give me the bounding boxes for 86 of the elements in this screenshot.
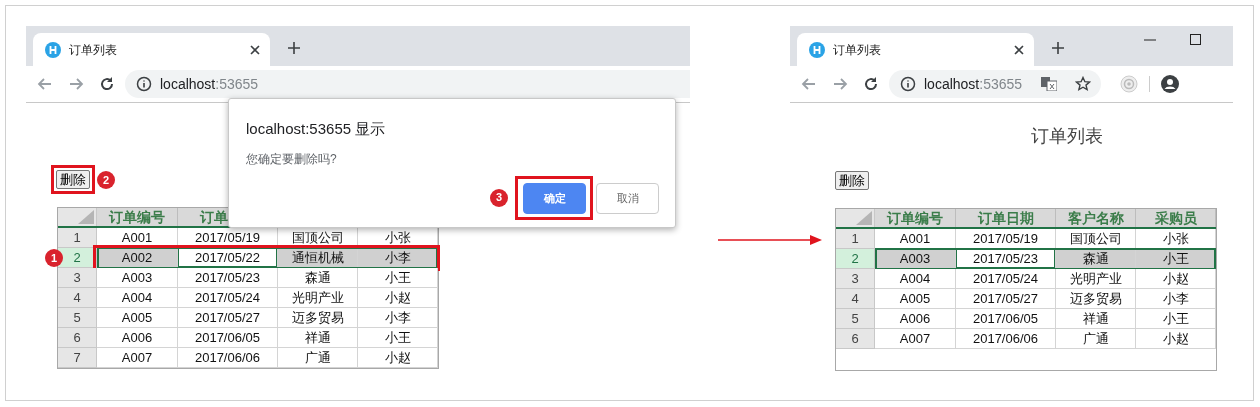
profile-icon[interactable] — [1161, 75, 1179, 93]
table-cell[interactable]: A003 — [97, 268, 178, 288]
corner-cell[interactable] — [836, 209, 875, 227]
delete-button[interactable]: 删除 — [56, 170, 90, 189]
table-cell[interactable]: A006 — [875, 309, 956, 329]
table-cell[interactable]: 2017/05/22 — [178, 248, 278, 268]
star-icon[interactable] — [1075, 76, 1091, 92]
close-icon[interactable] — [1014, 44, 1024, 55]
table-cell[interactable]: 光明产业 — [1056, 269, 1136, 289]
table-cell[interactable]: A005 — [875, 289, 956, 309]
table-cell[interactable]: A007 — [97, 348, 178, 368]
new-tab-icon[interactable] — [1051, 41, 1065, 55]
dialog-message: 您确定要删除吗? — [246, 150, 338, 168]
maximize-icon[interactable] — [1190, 34, 1201, 45]
corner-triangle-icon — [78, 210, 94, 224]
table-cell[interactable]: A006 — [97, 328, 178, 348]
table-cell[interactable]: 祥通 — [1056, 309, 1136, 329]
confirm-button[interactable]: 确定 — [523, 182, 586, 214]
translate-icon[interactable] — [1041, 77, 1057, 91]
table-cell[interactable]: 2017/06/06 — [178, 348, 278, 368]
new-tab-icon[interactable] — [287, 41, 301, 55]
column-header[interactable]: 订单编号 — [875, 209, 956, 227]
table-cell[interactable]: 2017/05/23 — [956, 249, 1056, 269]
table-cell[interactable]: 迈多贸易 — [1056, 289, 1136, 309]
table-cell[interactable]: 小王 — [358, 328, 438, 348]
column-header[interactable]: 订单编号 — [97, 208, 178, 226]
table-cell[interactable]: 小李 — [1136, 289, 1216, 309]
forward-icon[interactable] — [68, 76, 84, 92]
table-cell[interactable]: A007 — [875, 329, 956, 349]
table-cell[interactable]: A004 — [97, 288, 178, 308]
page-title: 订单列表 — [1030, 125, 1103, 148]
column-header[interactable]: 订单日期 — [956, 209, 1056, 227]
column-header[interactable]: 客户名称 — [1056, 209, 1136, 227]
url-text: localhost:53655 — [924, 74, 1023, 94]
table-cell[interactable]: 2017/05/27 — [178, 308, 278, 328]
table-cell[interactable]: 小赵 — [358, 288, 438, 308]
table-cell[interactable]: 森通 — [1056, 249, 1136, 269]
address-bar[interactable]: localhost:53655 — [125, 70, 690, 98]
address-bar[interactable]: localhost:53655 — [889, 70, 1101, 98]
dialog-title: localhost:53655 显示 — [246, 119, 387, 139]
table-cell[interactable]: 广通 — [1056, 329, 1136, 349]
step-badge: 2 — [97, 171, 115, 189]
table-cell[interactable]: 广通 — [278, 348, 358, 368]
back-icon[interactable] — [801, 76, 817, 92]
table-cell[interactable]: 2017/06/05 — [178, 328, 278, 348]
table-cell[interactable]: 小赵 — [358, 348, 438, 368]
table-cell[interactable]: 小赵 — [1136, 329, 1216, 349]
table-cell[interactable]: 迈多贸易 — [278, 308, 358, 328]
table-cell[interactable]: 2017/06/05 — [956, 309, 1056, 329]
table-cell[interactable]: 2017/06/06 — [956, 329, 1056, 349]
app-logo-icon — [45, 41, 61, 58]
corner-triangle-icon — [856, 211, 872, 225]
url-text: localhost:53655 — [160, 74, 259, 94]
forward-icon[interactable] — [832, 76, 848, 92]
highlight-frame — [51, 165, 95, 194]
table-cell[interactable]: 小王 — [358, 268, 438, 288]
table-cell[interactable]: 光明产业 — [278, 288, 358, 308]
reload-icon[interactable] — [863, 76, 879, 92]
browser-tab[interactable]: 订单列表 — [797, 33, 1034, 66]
step-badge: 1 — [45, 249, 63, 267]
tab-title: 订单列表 — [833, 41, 882, 59]
info-icon[interactable] — [900, 76, 916, 92]
delete-button[interactable]: 删除 — [835, 171, 869, 190]
table-cell[interactable]: 2017/05/23 — [178, 268, 278, 288]
cancel-button[interactable]: 取消 — [596, 182, 659, 214]
table-cell[interactable]: 森通 — [278, 268, 358, 288]
info-icon[interactable] — [136, 76, 152, 92]
close-icon[interactable] — [250, 44, 260, 55]
table-cell[interactable]: 2017/05/24 — [956, 269, 1056, 289]
table-cell[interactable]: 通恒机械 — [278, 248, 358, 268]
browser-tab[interactable]: 订单列表 — [33, 33, 270, 66]
table-cell[interactable]: 2017/05/24 — [178, 288, 278, 308]
app-logo-icon — [809, 41, 825, 58]
reload-icon[interactable] — [99, 76, 115, 92]
column-header[interactable]: 采购员 — [1136, 209, 1216, 227]
tab-title: 订单列表 — [69, 41, 118, 59]
table-cell[interactable]: A005 — [97, 308, 178, 328]
table-cell[interactable]: 祥通 — [278, 328, 358, 348]
step-badge: 3 — [490, 188, 508, 207]
table-cell[interactable]: 2017/05/27 — [956, 289, 1056, 309]
table-cell[interactable]: 小赵 — [1136, 269, 1216, 289]
corner-cell[interactable] — [58, 208, 97, 226]
back-icon[interactable] — [37, 76, 53, 92]
table-cell[interactable]: 小王 — [1136, 309, 1216, 329]
table-cell[interactable]: 小李 — [358, 308, 438, 328]
table-cell[interactable]: A004 — [875, 269, 956, 289]
